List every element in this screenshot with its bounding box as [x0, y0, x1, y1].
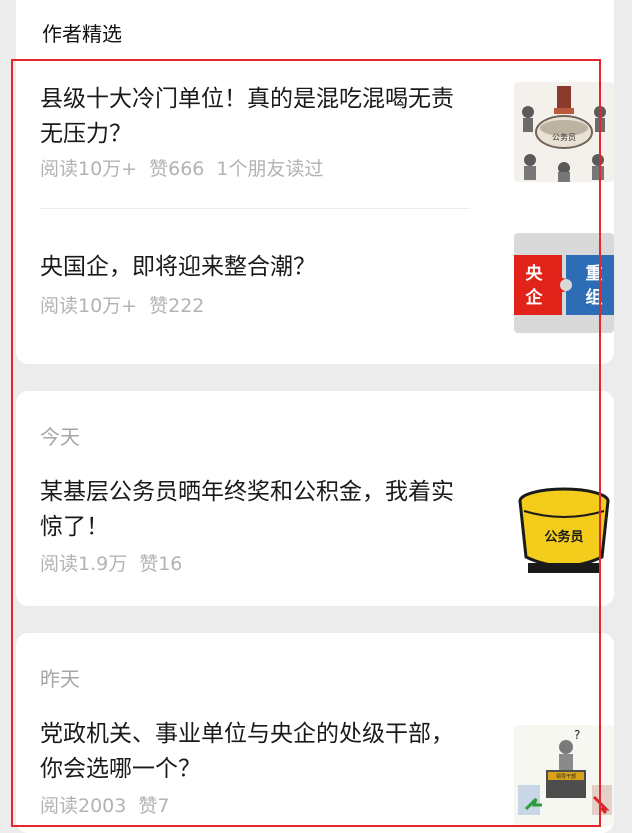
like-count: 赞666 — [149, 158, 205, 180]
article-meta: 阅读1.9万 赞16 — [40, 549, 194, 576]
svg-text:企: 企 — [525, 287, 544, 308]
svg-text:领导干部: 领导干部 — [556, 773, 576, 780]
svg-text:重: 重 — [586, 263, 603, 284]
like-count: 赞222 — [149, 295, 205, 317]
read-count: 阅读2003 — [40, 795, 127, 817]
like-count: 赞7 — [138, 795, 170, 817]
svg-text:公务员: 公务员 — [544, 529, 583, 545]
article-item[interactable]: 党政机关、事业单位与央企的处级干部，你会选哪一个？ 阅读2003 赞7 ? 领导干… — [40, 717, 614, 827]
read-count: 阅读10万+ — [40, 158, 138, 180]
article-meta: 阅读10万+ 赞666 1个朋友读过 — [40, 154, 335, 181]
article-item[interactable]: 某基层公务员晒年终奖和公积金，我着实惊了！ 阅读1.9万 赞16 公务员 — [40, 475, 614, 585]
article-meta: 阅读2003 赞7 — [40, 791, 181, 818]
svg-text:组: 组 — [586, 287, 603, 308]
article-item[interactable]: 县级十大冷门单位！真的是混吃混喝无责无压力？ 阅读10万+ 赞666 1个朋友读过 … — [40, 82, 614, 192]
article-title[interactable]: 县级十大冷门单位！真的是混吃混喝无责无压力？ — [40, 82, 468, 152]
iron-rice-bowl-icon[interactable]: 公务员 — [514, 483, 614, 583]
friends-read: 1个朋友读过 — [216, 158, 324, 180]
date-label: 今天 — [40, 425, 80, 449]
svg-text:?: ? — [574, 728, 580, 742]
read-count: 阅读1.9万 — [40, 553, 128, 575]
svg-text:公务员: 公务员 — [552, 132, 576, 142]
article-title[interactable]: 党政机关、事业单位与央企的处级干部，你会选哪一个？ — [40, 717, 468, 787]
today-card: 今天 某基层公务员晒年终奖和公积金，我着实惊了！ 阅读1.9万 赞16 公务员 — [16, 391, 614, 606]
date-label: 昨天 — [40, 667, 80, 691]
puzzle-restructure-icon[interactable]: 央 企 重 组 — [514, 233, 614, 333]
article-title[interactable]: 央国企，即将迎来整合潮？ — [40, 250, 468, 285]
article-item[interactable]: 央国企，即将迎来整合潮？ 阅读10万+ 赞222 央 企 重 组 — [40, 233, 614, 333]
civil-servant-cartoon-icon[interactable]: 公务员 — [514, 82, 614, 182]
cadre-podium-icon[interactable]: ? 领导干部 — [514, 725, 614, 825]
yesterday-card: 昨天 党政机关、事业单位与央企的处级干部，你会选哪一个？ 阅读2003 赞7 ? … — [16, 633, 614, 833]
svg-text:央: 央 — [526, 263, 544, 284]
divider — [40, 208, 470, 209]
article-meta: 阅读10万+ 赞222 — [40, 291, 216, 318]
article-title[interactable]: 某基层公务员晒年终奖和公积金，我着实惊了！ — [40, 475, 468, 545]
like-count: 赞16 — [139, 553, 183, 575]
featured-card: 作者精选 县级十大冷门单位！真的是混吃混喝无责无压力？ 阅读10万+ 赞666 1个… — [16, 0, 614, 364]
section-title: 作者精选 — [42, 22, 122, 46]
read-count: 阅读10万+ — [40, 295, 138, 317]
